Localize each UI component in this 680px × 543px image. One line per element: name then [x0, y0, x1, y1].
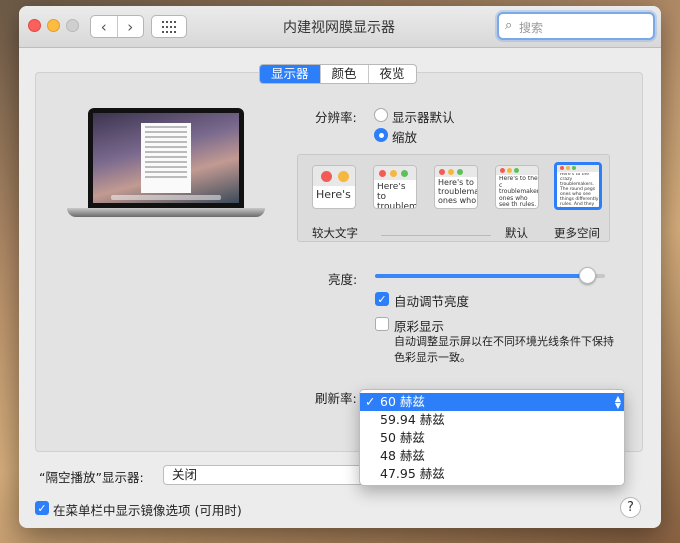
scale-sample-text: Here's to the c troublemakers. ones who …	[499, 176, 539, 209]
refresh-rate-label: 刷新率:	[315, 391, 357, 406]
tab-night-shift[interactable]: 夜览	[367, 65, 416, 83]
tab-color[interactable]: 颜色	[319, 65, 368, 83]
checkmark-icon: ✓	[365, 394, 376, 409]
scale-divider	[381, 235, 491, 236]
search-placeholder: 搜索	[519, 21, 544, 35]
scale-option-3[interactable]: Here's to troublema ones who	[434, 165, 478, 209]
refresh-option-59-94[interactable]: 59.94 赫兹	[360, 411, 624, 429]
brightness-slider-fill	[375, 274, 594, 278]
scale-sample-text: Here's	[316, 189, 351, 201]
refresh-option-47-95[interactable]: 47.95 赫兹	[360, 465, 624, 483]
refresh-option-50[interactable]: 50 赫兹	[360, 429, 624, 447]
auto-brightness-label: 自动调节亮度	[394, 294, 470, 309]
tab-display[interactable]: 显示器	[260, 65, 320, 83]
scale-option-more-space[interactable]: Here's to the crazy troublemakers. The r…	[554, 162, 602, 210]
search-field[interactable]: ⌕ 搜索	[497, 12, 655, 40]
tab-bar: 显示器 颜色 夜览	[259, 64, 417, 84]
brightness-slider[interactable]	[375, 274, 605, 278]
brightness-slider-knob[interactable]	[579, 267, 596, 284]
resolution-default-label: 显示器默认	[392, 110, 455, 125]
scaled-resolution-options: Here's Here's to troublem Here's to trou…	[297, 154, 610, 242]
auto-brightness-checkbox[interactable]: ✓	[375, 292, 389, 306]
back-chevron-icon[interactable]: ‹	[91, 16, 117, 37]
display-preferences-window: ‹ › 内建视网膜显示器 ⌕ 搜索 显示器 颜色 夜览 分辨率: 显示器默认 缩…	[19, 6, 661, 528]
scale-label-default: 默认	[505, 226, 528, 240]
scale-option-default[interactable]: Here's to the c troublemakers. ones who …	[495, 165, 539, 209]
mirror-menu-checkbox[interactable]: ✓	[35, 501, 49, 515]
mirror-menu-label: 在菜单栏中显示镜像选项 (可用时)	[53, 503, 242, 518]
resolution-scaled-radio[interactable]	[374, 128, 388, 142]
scale-sample-text: Here's to the crazy troublemakers. The r…	[560, 173, 599, 210]
scale-option-larger-text[interactable]: Here's	[312, 165, 356, 209]
true-tone-description: 自动调整显示屏以在不同环境光线条件下保持色彩显示一致。	[394, 335, 614, 364]
refresh-option-60[interactable]: ✓ 60 赫兹 ▲ ▼	[360, 393, 624, 411]
true-tone-checkbox[interactable]	[375, 317, 389, 331]
window-title: 内建视网膜显示器	[283, 20, 395, 36]
scale-sample-text: Here's to troublem	[377, 183, 417, 209]
popup-arrows-icon: ▲ ▼	[614, 394, 621, 410]
true-tone-label: 原彩显示	[394, 319, 445, 334]
help-button[interactable]: ?	[620, 497, 641, 518]
resolution-default-radio[interactable]	[374, 108, 388, 122]
navigation-buttons: ‹ ›	[90, 15, 144, 38]
scale-label-larger-text: 较大文字	[312, 226, 358, 240]
scale-option-2[interactable]: Here's to troublem	[373, 165, 417, 209]
scale-sample-text: Here's to troublema ones who	[438, 179, 478, 205]
zoom-button[interactable]	[66, 19, 79, 32]
refresh-rate-menu: ✓ 60 赫兹 ▲ ▼ 59.94 赫兹 50 赫兹 48 赫兹 47.95 赫兹	[359, 389, 625, 486]
forward-chevron-icon[interactable]: ›	[116, 16, 144, 37]
search-icon: ⌕	[505, 18, 513, 33]
resolution-label: 分辨率:	[315, 110, 357, 125]
resolution-scaled-label: 缩放	[392, 130, 418, 145]
show-all-grid-icon[interactable]	[151, 15, 187, 38]
refresh-option-48[interactable]: 48 赫兹	[360, 447, 624, 465]
scale-label-more-space: 更多空间	[554, 226, 600, 240]
close-button[interactable]	[28, 19, 41, 32]
title-bar: ‹ › 内建视网膜显示器 ⌕ 搜索	[19, 6, 661, 48]
airplay-display-label: “隔空播放”显示器:	[39, 470, 144, 485]
brightness-label: 亮度:	[328, 272, 358, 287]
minimize-button[interactable]	[47, 19, 60, 32]
